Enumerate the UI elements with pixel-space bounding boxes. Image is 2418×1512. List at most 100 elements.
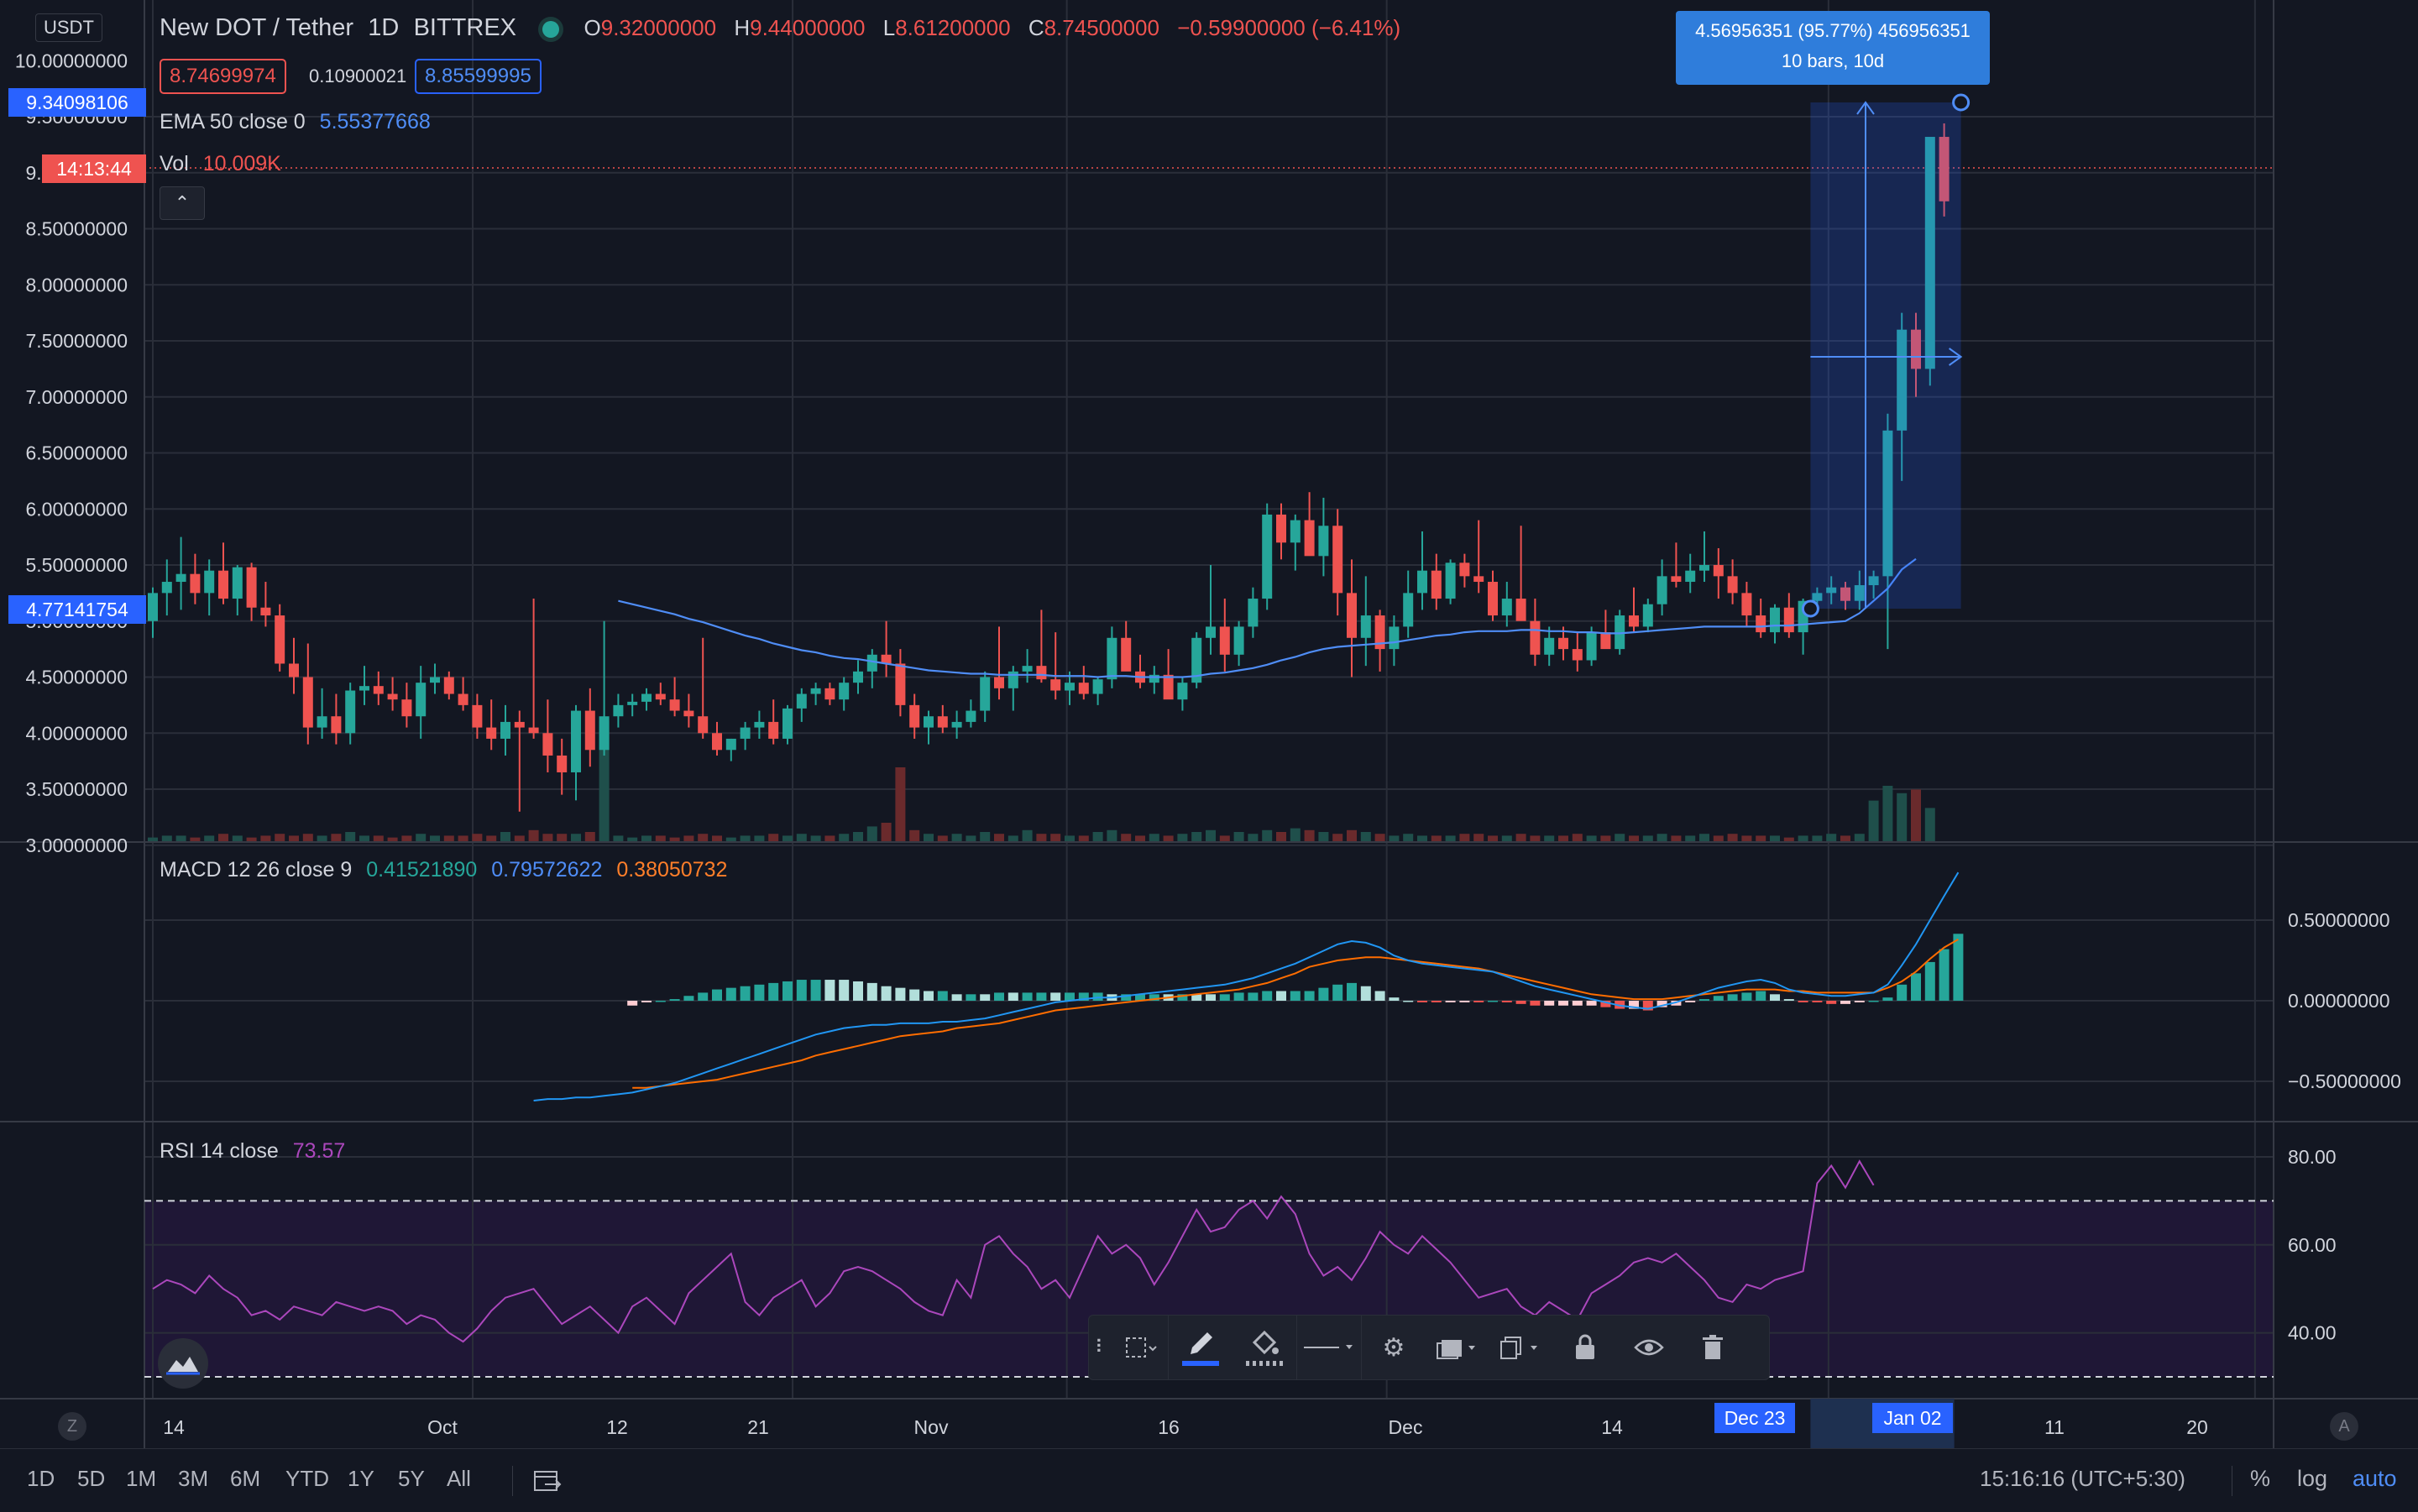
macd-legend[interactable]: MACD 12 26 close 9 0.41521890 0.79572622… [160,858,735,882]
candle[interactable] [782,704,793,745]
candle[interactable] [1699,531,1709,583]
range-button-all[interactable]: All [447,1466,471,1492]
candle[interactable] [500,704,510,756]
candle[interactable] [1572,632,1583,672]
candle[interactable] [1727,559,1738,604]
candle[interactable] [345,683,356,745]
candle[interactable] [1600,610,1611,650]
symbol-name[interactable]: New DOT / Tether [160,14,353,41]
candle[interactable] [1092,677,1103,705]
range-button-1d[interactable]: 1D [27,1466,55,1492]
sell-price-box[interactable]: 8.74699974 [160,59,286,94]
candle[interactable] [430,663,440,694]
rsi-legend[interactable]: RSI 14 close 73.57 [160,1139,353,1164]
candle[interactable] [754,710,765,739]
hide-button[interactable] [1617,1316,1681,1379]
candle[interactable] [1741,582,1752,627]
candle[interactable] [218,542,228,604]
candle[interactable] [514,710,525,812]
candle[interactable] [1121,620,1132,672]
range-button-1m[interactable]: 1M [126,1466,156,1492]
candle[interactable] [1304,492,1315,557]
candle[interactable] [359,666,369,705]
candle[interactable] [627,693,638,717]
candle[interactable] [1656,559,1667,616]
candle[interactable] [1191,632,1202,688]
candle[interactable] [1417,531,1427,610]
candle[interactable] [275,604,285,672]
candle[interactable] [1374,610,1385,672]
candle[interactable] [571,704,581,801]
candle[interactable] [895,649,906,717]
visibility-layers-button[interactable] [1426,1316,1489,1379]
candle[interactable] [302,643,313,745]
candle[interactable] [1219,599,1230,672]
candle[interactable] [1050,632,1061,700]
auto-scale-toggle[interactable]: auto [2353,1466,2397,1492]
candle[interactable] [1135,654,1145,688]
candle[interactable] [387,677,398,711]
candle[interactable] [1629,587,1639,633]
chart-canvas[interactable]: 10.000000009.500000009.000000008.5000000… [0,0,2418,1511]
candle[interactable] [246,562,257,621]
candle[interactable] [175,536,186,610]
fill-color-button[interactable] [1233,1316,1296,1379]
candle[interactable] [1445,559,1456,604]
lock-button[interactable] [1553,1316,1617,1379]
range-button-6m[interactable]: 6M [230,1466,260,1492]
candle[interactable] [725,738,736,761]
candle[interactable] [1248,587,1259,638]
candle[interactable] [1233,620,1244,667]
candle[interactable] [1501,582,1512,627]
candle[interactable] [1756,599,1766,638]
candle[interactable] [260,582,271,627]
candle[interactable] [980,671,991,722]
measure-area[interactable] [1810,102,1961,609]
candle[interactable] [1642,599,1653,633]
candle[interactable] [1206,565,1216,655]
candle[interactable] [331,693,342,745]
candle[interactable] [1332,509,1343,616]
buy-price-box[interactable]: 8.85599995 [415,59,542,94]
measure-end-handle[interactable] [1952,93,1971,112]
range-button-1y[interactable]: 1Y [348,1466,374,1492]
candle[interactable] [683,693,694,728]
candle[interactable] [824,683,835,705]
percent-scale-toggle[interactable]: % [2250,1466,2270,1492]
delete-button[interactable] [1681,1316,1745,1379]
candle[interactable] [768,699,779,745]
candle[interactable] [740,721,751,751]
currency-badge[interactable]: USDT [35,13,102,42]
tradingview-logo[interactable] [158,1338,208,1389]
log-scale-toggle[interactable]: log [2297,1466,2327,1492]
axis-corner-auto-button[interactable]: A [2330,1412,2358,1441]
candle[interactable] [881,620,892,678]
candle[interactable] [966,699,976,728]
candle[interactable] [161,559,172,616]
candle[interactable] [1163,649,1174,700]
candle[interactable] [1544,626,1555,667]
candle[interactable] [839,677,850,711]
candle[interactable] [1078,666,1089,700]
candle[interactable] [486,699,497,751]
line-color-button[interactable] [1169,1316,1233,1379]
ema-legend[interactable]: EMA 50 close 0 5.55377668 [160,110,439,134]
candle[interactable] [1431,553,1442,610]
candle[interactable] [1770,604,1780,644]
candle[interactable] [796,688,807,722]
candle[interactable] [190,553,201,604]
settings-button[interactable]: ⚙ [1362,1316,1426,1379]
candle[interactable] [1530,599,1541,667]
toolbar-drag-handle[interactable]: ⠇ [1089,1316,1114,1379]
candle[interactable] [1360,576,1371,667]
candle[interactable] [557,738,568,795]
axis-corner-z-button[interactable]: Z [58,1412,86,1441]
measure-start-handle[interactable] [1801,599,1819,618]
candle[interactable] [401,683,412,728]
candle[interactable] [443,671,454,700]
candle[interactable] [937,704,948,734]
candle[interactable] [1177,677,1188,711]
candle[interactable] [204,559,215,616]
candle[interactable] [584,688,595,767]
candle[interactable] [232,565,243,616]
